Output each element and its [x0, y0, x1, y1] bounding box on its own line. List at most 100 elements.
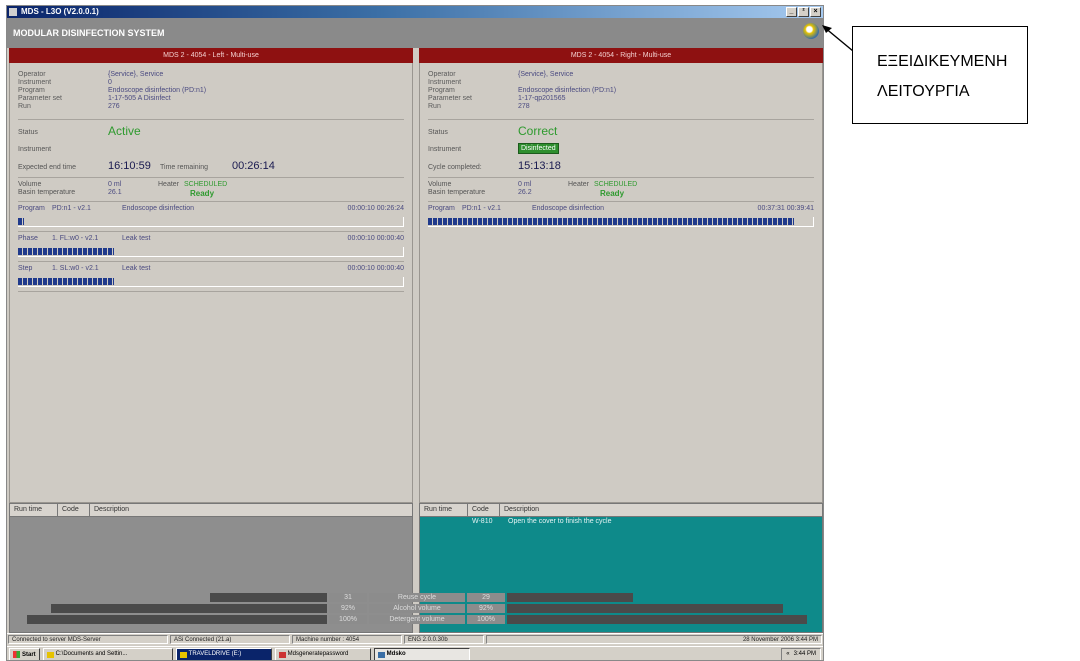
log-col-description[interactable]: Description: [500, 504, 822, 516]
program-progress-row: Program PD:n1 - v2.1 Endoscope disinfect…: [18, 205, 404, 215]
left-level-bar: [210, 593, 327, 602]
status-label: Status: [18, 129, 38, 136]
log-col-runtime[interactable]: Run time: [420, 504, 468, 516]
instrument-status-label: Instrument: [18, 146, 52, 153]
taskbar-item[interactable]: C:\Documents and Settin...: [42, 648, 173, 660]
right-level-bar: [507, 615, 807, 624]
program-label: Program: [428, 87, 455, 94]
log-header: Run time Code Description: [420, 504, 822, 517]
taskbar-item-label: TRAVELDRIVE (E:): [188, 651, 242, 657]
step-progress-code: 1. SL:w0 - v2.1: [52, 265, 99, 272]
divider: [428, 177, 814, 178]
annotation-callout: ΕΞΕΙΔΙΚΕΥΜΕΝΗ ΛΕΙΤΟΥΡΓΙΑ: [852, 26, 1028, 124]
program-progress-times: 00:37:31 00:39:41: [757, 205, 814, 212]
phase-progress-code: 1. FL:w0 - v2.1: [52, 235, 99, 242]
cycle-completed-value: 15:13:18: [518, 160, 561, 172]
divider: [18, 201, 404, 202]
log-row[interactable]: W-810 Open the cover to finish the cycle: [420, 517, 822, 526]
right-panel: MDS 2 - 4054 - Right - Multi-use Operato…: [419, 48, 823, 633]
heater-value: SCHEDULED: [594, 181, 638, 188]
status-value: Active: [108, 124, 141, 138]
right-level-bar: [507, 604, 783, 613]
log-row-code: W-810: [472, 518, 493, 525]
program-progress-row: Program PD:n1 - v2.1 Endoscope disinfect…: [428, 205, 814, 215]
right-panel-title: MDS 2 - 4054 - Right - Multi-use: [419, 48, 823, 63]
volume-value: 0 ml: [108, 181, 122, 188]
reuse-cycle-row: 31 Reuse cycle 29: [17, 593, 817, 602]
start-button[interactable]: Start: [9, 648, 40, 660]
divider: [18, 291, 404, 292]
restore-button[interactable]: ²: [798, 7, 809, 17]
step-progress-times: 00:00:10 00:00:40: [347, 265, 404, 272]
log-header: Run time Code Description: [10, 504, 412, 517]
instrument-label: Instrument: [18, 79, 52, 86]
resource-label: Detergent volume: [369, 615, 465, 624]
date-time: 28 November 2006 3:44 PM: [486, 635, 822, 644]
instrument-status-label: Instrument: [428, 146, 462, 153]
window-title: MDS - L3O (V2.0.0.1): [21, 7, 99, 16]
operator-value: {Service}, Service: [518, 71, 574, 78]
basin-temperature-label: Basin temperature: [428, 189, 486, 196]
windows-logo-icon: [13, 651, 20, 658]
log-col-runtime[interactable]: Run time: [10, 504, 58, 516]
expected-end-label: Expected end time: [18, 164, 76, 171]
progress-fill: [428, 218, 794, 225]
progress-fill: [18, 278, 115, 285]
divider: [18, 119, 404, 120]
detergent-volume-row: 100% Detergent volume 100%: [17, 615, 817, 624]
time-remaining-label: Time remaining: [160, 164, 208, 171]
left-level-bar: [27, 615, 327, 624]
left-level-value: 100%: [329, 615, 367, 624]
divider: [18, 177, 404, 178]
minimize-button[interactable]: _: [786, 7, 797, 17]
expected-end-value: 16:10:59: [108, 160, 151, 172]
taskbar-item[interactable]: TRAVELDRIVE (E:): [175, 648, 272, 660]
basin-temperature-value: 26.1: [108, 189, 122, 196]
taskbar-item-label: C:\Documents and Settin...: [55, 651, 128, 657]
step-progress-desc: Leak test: [122, 265, 151, 272]
clock: 3:44 PM: [793, 651, 816, 657]
volume-label: Volume: [428, 181, 452, 188]
program-value: Endoscope disinfection (PD:n1): [108, 87, 207, 94]
basin-temperature-label: Basin temperature: [18, 189, 76, 196]
divider: [428, 201, 814, 202]
status-bar: Connected to server MDS-Server ASi Conne…: [7, 633, 823, 645]
close-button[interactable]: ×: [810, 7, 821, 17]
parameter-set-value: 1-17-qp201565: [518, 95, 566, 102]
taskbar-item-active[interactable]: Mdsko: [373, 648, 470, 660]
tray-chevron-icon[interactable]: «: [786, 649, 789, 660]
resource-label: Alcohol volume: [369, 604, 465, 613]
app-window: MDS - L3O (V2.0.0.1) _ ² × MODULAR DISIN…: [6, 5, 824, 661]
right-panel-body: Operator {Service}, Service Instrument Pr…: [419, 63, 823, 503]
divider: [18, 231, 404, 232]
log-col-code[interactable]: Code: [468, 504, 500, 516]
time-remaining-value: 00:26:14: [232, 160, 275, 172]
taskbar-item-label: Mdsko: [386, 651, 406, 657]
program-progress-bar: [428, 217, 814, 227]
special-function-icon[interactable]: [803, 23, 819, 39]
phase-progress-label: Phase: [18, 235, 38, 242]
phase-progress-desc: Leak test: [122, 235, 151, 242]
run-value: 278: [518, 103, 530, 110]
basin-temperature-value: 26.2: [518, 189, 532, 196]
taskbar-item[interactable]: Mdsgeneratepassword: [274, 648, 371, 660]
program-label: Program: [18, 87, 45, 94]
folder-icon: [46, 651, 54, 658]
log-col-description[interactable]: Description: [90, 504, 412, 516]
window-controls: _ ² ×: [786, 7, 821, 17]
server-status: Connected to server MDS-Server: [8, 635, 168, 644]
log-col-code[interactable]: Code: [58, 504, 90, 516]
app-icon: [278, 651, 286, 658]
program-progress-desc: Endoscope disinfection: [122, 205, 194, 212]
program-progress-bar: [18, 217, 404, 227]
left-panel-body: Operator {Service}, Service Instrument 0 P…: [9, 63, 413, 503]
callout-line-2: ΛΕΙΤΟΥΡΓΙΑ: [877, 83, 970, 100]
callout-line-1: ΕΞΕΙΔΙΚΕΥΜΕΝΗ: [877, 53, 1008, 70]
start-label: Start: [22, 651, 36, 658]
left-level-bar: [51, 604, 327, 613]
heater-label: Heater: [568, 181, 590, 188]
resource-bars: 31 Reuse cycle 29 92% Alcohol volume 92%…: [7, 593, 823, 624]
step-progress-label: Step: [18, 265, 33, 272]
left-level-value: 92%: [329, 604, 367, 613]
operator-label: Operator: [428, 71, 456, 78]
